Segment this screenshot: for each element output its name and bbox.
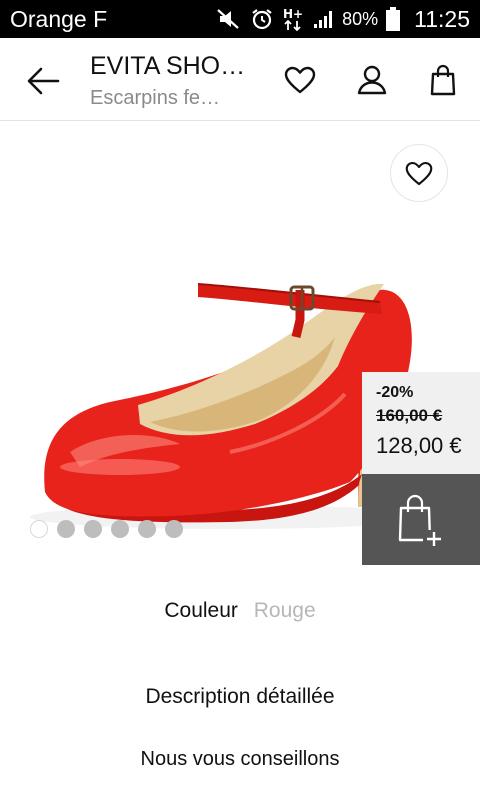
description-row[interactable]: Description détaillée: [0, 682, 480, 712]
alarm-icon: [250, 7, 274, 31]
favorite-button[interactable]: [390, 144, 448, 202]
svg-text:H+: H+: [283, 7, 303, 21]
add-to-cart-button[interactable]: [362, 474, 480, 565]
wishlist-button[interactable]: [280, 60, 320, 100]
carrier-name: Orange F: [10, 6, 108, 32]
carousel-dot[interactable]: [111, 520, 129, 538]
shopping-bag-icon: [430, 64, 456, 96]
user-icon: [357, 65, 387, 95]
carousel-dot[interactable]: [84, 520, 102, 538]
carousel-indicator: [30, 520, 183, 538]
product-gallery[interactable]: -20% 160,00 € 128,00 €: [0, 122, 480, 565]
current-price: 128,00 €: [376, 433, 462, 458]
add-to-bag-icon: [398, 494, 445, 548]
clock: 11:25: [414, 5, 470, 32]
discount-badge: -20%: [376, 384, 414, 401]
carousel-dot[interactable]: [165, 520, 183, 538]
color-label: Couleur: [164, 599, 238, 622]
status-icons: H+ 80% 11:25: [216, 0, 470, 38]
account-button[interactable]: [352, 60, 392, 100]
battery-percent: 80%: [342, 8, 379, 29]
carousel-dot[interactable]: [138, 520, 156, 538]
old-price: 160,00 €: [376, 406, 443, 425]
hplus-data-icon: H+: [282, 6, 304, 32]
title-block: EVITA SHO… Escarpins fe…: [90, 50, 270, 112]
heart-icon: [405, 161, 433, 185]
back-button[interactable]: [22, 60, 64, 102]
back-arrow-icon: [27, 67, 60, 95]
battery-icon: [386, 7, 401, 31]
status-bar: Orange F H+ 80% 11:25: [0, 0, 480, 38]
carousel-dot[interactable]: [57, 520, 75, 538]
heart-icon: [284, 66, 316, 94]
mute-icon: [216, 8, 242, 30]
page-title: EVITA SHO…: [90, 52, 246, 80]
color-selector[interactable]: Couleur Rouge: [0, 596, 480, 626]
carousel-dot[interactable]: [30, 520, 48, 538]
color-value: Rouge: [253, 599, 316, 622]
page-subtitle: Escarpins fe…: [90, 87, 221, 109]
price-box: -20% 160,00 € 128,00 €: [362, 372, 480, 474]
signal-icon: [312, 8, 334, 30]
cart-button[interactable]: [423, 60, 463, 100]
recommendations-heading: Nous vous conseillons: [140, 748, 340, 770]
top-app-bar: EVITA SHO… Escarpins fe…: [0, 38, 480, 121]
